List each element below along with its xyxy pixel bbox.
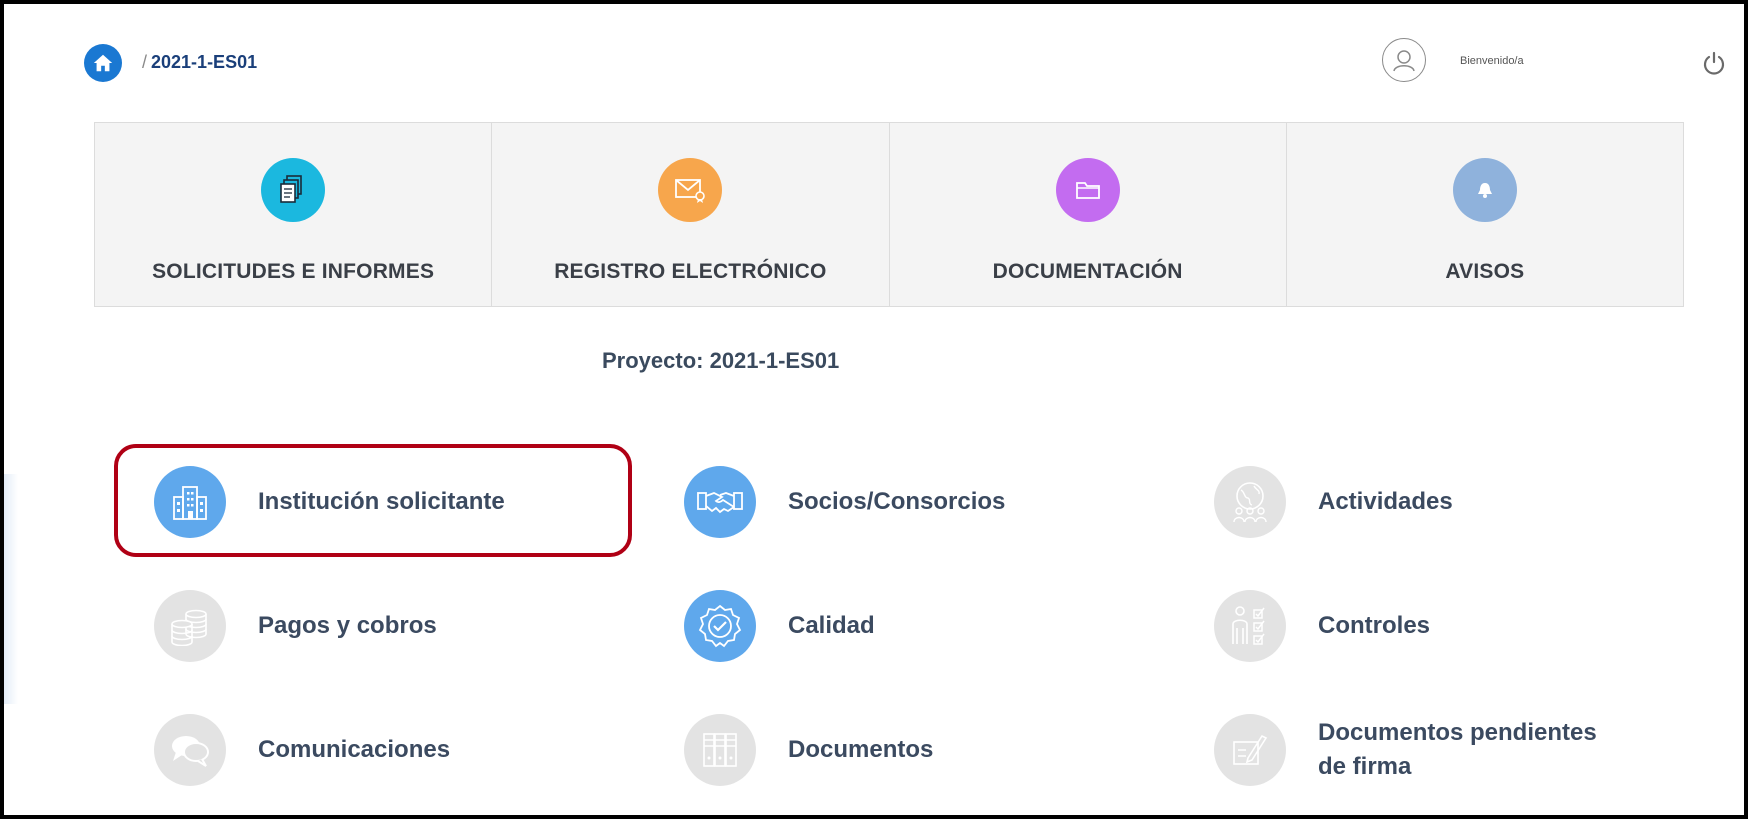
breadcrumb-separator: / bbox=[142, 52, 148, 72]
certified-mail-icon bbox=[658, 158, 723, 222]
coins-icon bbox=[154, 590, 226, 662]
user-avatar[interactable] bbox=[1382, 38, 1426, 82]
module-label: Comunicaciones bbox=[258, 736, 451, 764]
module-label: Controles bbox=[1318, 612, 1431, 640]
module-label: Pagos y cobros bbox=[258, 612, 437, 640]
bell-icon bbox=[1452, 158, 1517, 222]
module-label: Documentos bbox=[788, 736, 934, 764]
home-button[interactable] bbox=[84, 44, 122, 82]
nav-tile-label: DOCUMENTACIÓN bbox=[992, 260, 1183, 283]
module-label-multiline: Documentos pendientes de firma bbox=[1318, 716, 1597, 783]
module-label: Documentos pendientes bbox=[1318, 719, 1597, 747]
module-documentos[interactable]: Documentos bbox=[684, 714, 933, 786]
globe-people-icon bbox=[1214, 466, 1286, 538]
handshake-icon bbox=[684, 466, 756, 538]
nav-tile-label: REGISTRO ELECTRÓNICO bbox=[554, 260, 827, 283]
breadcrumb: /2021-1-ES01 bbox=[142, 52, 257, 73]
user-icon bbox=[1393, 50, 1415, 72]
module-label: Calidad bbox=[788, 612, 875, 640]
welcome-text: Bienvenido/a bbox=[1460, 55, 1524, 67]
checklist-person-icon bbox=[1214, 590, 1286, 662]
module-comunicaciones[interactable]: Comunicaciones bbox=[154, 714, 450, 786]
logout-button[interactable] bbox=[1700, 48, 1728, 78]
sign-document-icon bbox=[1214, 714, 1286, 786]
documents-icon bbox=[261, 158, 326, 222]
module-label: Socios/Consorcios bbox=[788, 488, 1006, 516]
breadcrumb-project[interactable]: 2021-1-ES01 bbox=[151, 52, 257, 72]
nav-tile-documentacion[interactable]: DOCUMENTACIÓN bbox=[890, 123, 1287, 306]
chat-bubbles-icon bbox=[154, 714, 226, 786]
module-socios[interactable]: Socios/Consorcios bbox=[684, 466, 1005, 538]
module-controles[interactable]: Controles bbox=[1214, 590, 1430, 662]
building-icon bbox=[154, 466, 226, 538]
binders-icon bbox=[684, 714, 756, 786]
quality-badge-icon bbox=[684, 590, 756, 662]
edge-shade bbox=[4, 474, 18, 704]
home-icon bbox=[93, 54, 113, 72]
module-pendientes-firma[interactable]: Documentos pendientes de firma bbox=[1214, 714, 1597, 786]
module-label-line2: de firma bbox=[1318, 753, 1412, 780]
main-nav: SOLICITUDES E INFORMES REGISTRO ELECTRÓN… bbox=[94, 122, 1684, 307]
power-icon bbox=[1703, 51, 1725, 75]
nav-tile-label: SOLICITUDES E INFORMES bbox=[152, 260, 435, 283]
project-title: Proyecto: 2021-1-ES01 bbox=[602, 348, 840, 373]
app-frame: /2021-1-ES01 Bienvenido/a SOLICITUDES E … bbox=[0, 0, 1748, 819]
module-pagos[interactable]: Pagos y cobros bbox=[154, 590, 437, 662]
module-institucion[interactable]: Institución solicitante bbox=[154, 466, 505, 538]
nav-tile-avisos[interactable]: AVISOS bbox=[1287, 123, 1683, 306]
module-calidad[interactable]: Calidad bbox=[684, 590, 875, 662]
module-actividades[interactable]: Actividades bbox=[1214, 466, 1453, 538]
module-label: Actividades bbox=[1318, 488, 1453, 516]
module-label: Institución solicitante bbox=[258, 488, 505, 516]
nav-tile-solicitudes[interactable]: SOLICITUDES E INFORMES bbox=[95, 123, 493, 306]
folder-icon bbox=[1055, 158, 1120, 222]
nav-tile-label: AVISOS bbox=[1445, 260, 1525, 283]
nav-tile-registro[interactable]: REGISTRO ELECTRÓNICO bbox=[492, 123, 890, 306]
